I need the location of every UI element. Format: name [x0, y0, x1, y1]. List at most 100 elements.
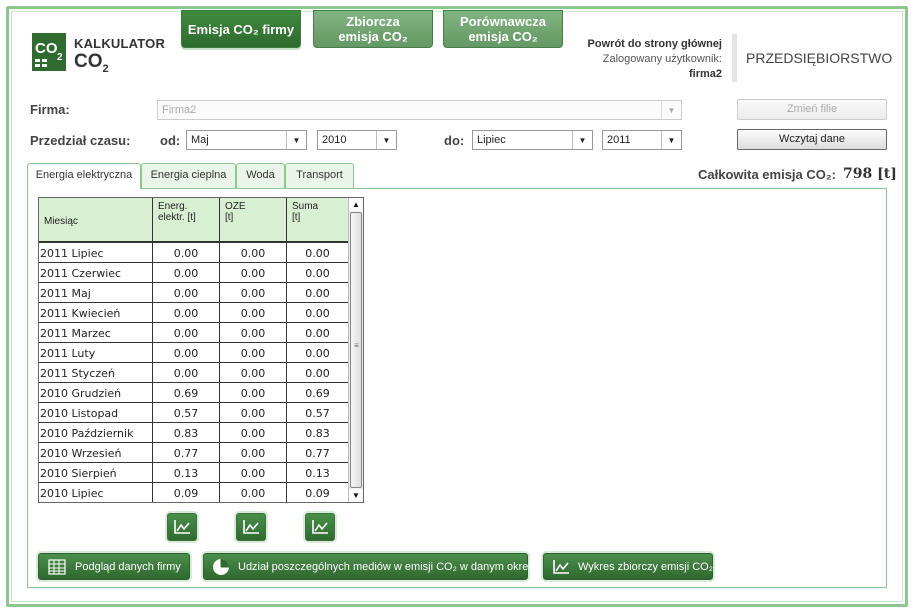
energy-cell: 0.13 — [153, 463, 220, 483]
total-emission-label: Całkowita emisja CO₂: — [698, 167, 836, 182]
oze-cell: 0.00 — [220, 423, 287, 443]
tab-energia-cieplna[interactable]: Energia cieplna — [141, 163, 236, 188]
month-cell: 2010 Październik — [39, 423, 153, 443]
month-cell: 2011 Czerwiec — [39, 263, 153, 283]
logged-user-label: Zalogowany użytkownik: — [602, 53, 722, 65]
load-data-button[interactable]: Wczytaj dane — [737, 129, 887, 150]
table-row[interactable]: 2010 Grudzień 0.69 0.00 0.69 — [39, 383, 349, 403]
energy-cell: 0.00 — [153, 243, 220, 263]
month-cell: 2010 Wrzesień — [39, 443, 153, 463]
oze-cell: 0.00 — [220, 323, 287, 343]
scroll-thumb[interactable]: ≡ — [350, 212, 362, 488]
sum-cell: 0.00 — [287, 263, 349, 283]
oze-cell: 0.00 — [220, 483, 287, 502]
sum-cell: 0.00 — [287, 323, 349, 343]
column-header-oze[interactable]: OZE [t] — [220, 198, 287, 243]
oze-cell: 0.00 — [220, 243, 287, 263]
line-chart-icon — [552, 557, 570, 577]
sum-cell: 0.77 — [287, 443, 349, 463]
table-row[interactable]: 2011 Luty 0.00 0.00 0.00 — [39, 343, 349, 363]
month-cell: 2010 Grudzień — [39, 383, 153, 403]
chevron-down-icon: ▼ — [286, 131, 306, 149]
energy-cell: 0.57 — [153, 403, 220, 423]
pie-chart-icon — [212, 557, 230, 577]
oze-cell: 0.00 — [220, 343, 287, 363]
line-chart-icon — [243, 520, 259, 534]
to-month-select[interactable]: Lipiec ▼ — [472, 130, 593, 150]
back-to-home-link[interactable]: Powrót do strony głównej — [588, 38, 722, 50]
sum-cell: 0.00 — [287, 363, 349, 383]
table-row[interactable]: 2011 Marzec 0.00 0.00 0.00 — [39, 323, 349, 343]
emission-table: Miesiąc Energ. elektr. [t] OZE [t] Suma … — [38, 197, 364, 503]
table-row[interactable]: 2011 Czerwiec 0.00 0.00 0.00 — [39, 263, 349, 283]
month-cell: 2011 Luty — [39, 343, 153, 363]
column-header-month[interactable]: Miesiąc — [39, 198, 153, 243]
month-cell: 2011 Maj — [39, 283, 153, 303]
tab-porownawcza-emisja[interactable]: Porównawcza emisja CO₂ — [443, 10, 563, 48]
energy-cell: 0.00 — [153, 363, 220, 383]
month-cell: 2011 Styczeń — [39, 363, 153, 383]
column-header-sum[interactable]: Suma [t] — [287, 198, 349, 243]
oze-cell: 0.00 — [220, 283, 287, 303]
from-label: od: — [160, 133, 181, 148]
table-scrollbar[interactable]: ▲ ≡ ▼ — [348, 198, 363, 502]
energy-cell: 0.77 — [153, 443, 220, 463]
table-header: Miesiąc Energ. elektr. [t] OZE [t] Suma … — [39, 198, 349, 243]
sum-chart-button[interactable] — [305, 513, 335, 541]
firma-select[interactable]: Firma2 ▼ — [157, 100, 682, 120]
svg-text:2: 2 — [57, 52, 63, 63]
sum-cell: 0.00 — [287, 343, 349, 363]
tab-transport[interactable]: Transport — [285, 163, 354, 188]
oze-cell: 0.00 — [220, 463, 287, 483]
table-body: 2011 Lipiec 0.00 0.00 0.00 2011 Czerwiec 0.00… — [39, 243, 349, 502]
total-emission-value: 798 [t] — [843, 166, 897, 182]
table-row[interactable]: 2011 Kwiecień 0.00 0.00 0.00 — [39, 303, 349, 323]
oze-cell: 0.00 — [220, 263, 287, 283]
energy-cell: 0.83 — [153, 423, 220, 443]
oze-cell: 0.00 — [220, 383, 287, 403]
table-row[interactable]: 2011 Maj 0.00 0.00 0.00 — [39, 283, 349, 303]
grid-icon — [47, 557, 67, 577]
change-branch-button[interactable]: Zmień filie — [737, 99, 887, 120]
period-label: Przedział czasu: — [30, 133, 131, 148]
scroll-up-icon[interactable]: ▲ — [349, 198, 363, 211]
sum-cell: 0.00 — [287, 243, 349, 263]
from-year-select[interactable]: 2010 ▼ — [317, 130, 397, 150]
oze-chart-button[interactable] — [236, 513, 266, 541]
sum-cell: 0.83 — [287, 423, 349, 443]
table-row[interactable]: 2010 Wrzesień 0.77 0.00 0.77 — [39, 443, 349, 463]
month-cell: 2010 Listopad — [39, 403, 153, 423]
co2-logo-icon: CO 2 — [32, 33, 66, 71]
scroll-down-icon[interactable]: ▼ — [349, 489, 363, 502]
company-data-preview-button[interactable]: Podgląd danych firmy — [38, 553, 190, 580]
energy-cell: 0.00 — [153, 283, 220, 303]
energy-cell: 0.00 — [153, 263, 220, 283]
line-chart-icon — [312, 520, 328, 534]
table-row[interactable]: 2010 Listopad 0.57 0.00 0.57 — [39, 403, 349, 423]
month-cell: 2011 Lipiec — [39, 243, 153, 263]
summary-chart-button[interactable]: Wykres zbiorczy emisji CO₂ — [543, 553, 713, 580]
tab-energia-elektryczna[interactable]: Energia elektryczna — [27, 163, 141, 189]
table-row[interactable]: 2011 Lipiec 0.00 0.00 0.00 — [39, 243, 349, 263]
energy-chart-button[interactable] — [167, 513, 197, 541]
to-year-select[interactable]: 2011 ▼ — [602, 130, 682, 150]
energy-cell: 0.00 — [153, 303, 220, 323]
tab-woda[interactable]: Woda — [236, 163, 285, 188]
sum-cell: 0.57 — [287, 403, 349, 423]
energy-cell: 0.00 — [153, 343, 220, 363]
table-row[interactable]: 2010 Październik 0.83 0.00 0.83 — [39, 423, 349, 443]
to-label: do: — [444, 133, 465, 148]
oze-cell: 0.00 — [220, 443, 287, 463]
tab-emisja-firmy[interactable]: Emisja CO₂ firmy — [181, 10, 301, 48]
sum-cell: 0.00 — [287, 303, 349, 323]
table-row[interactable]: 2010 Lipiec 0.09 0.00 0.09 — [39, 483, 349, 502]
table-row[interactable]: 2010 Sierpień 0.13 0.00 0.13 — [39, 463, 349, 483]
sum-cell: 0.69 — [287, 383, 349, 403]
tab-zbiorcza-emisja[interactable]: Zbiorcza emisja CO₂ — [313, 10, 433, 48]
table-row[interactable]: 2011 Styczeń 0.00 0.00 0.00 — [39, 363, 349, 383]
sum-cell: 0.00 — [287, 283, 349, 303]
from-month-select[interactable]: Maj ▼ — [186, 130, 307, 150]
column-header-energy[interactable]: Energ. elektr. [t] — [153, 198, 220, 243]
chevron-down-icon: ▼ — [661, 101, 681, 119]
media-share-button[interactable]: Udział poszczególnych mediów w emisji CO… — [203, 553, 542, 580]
